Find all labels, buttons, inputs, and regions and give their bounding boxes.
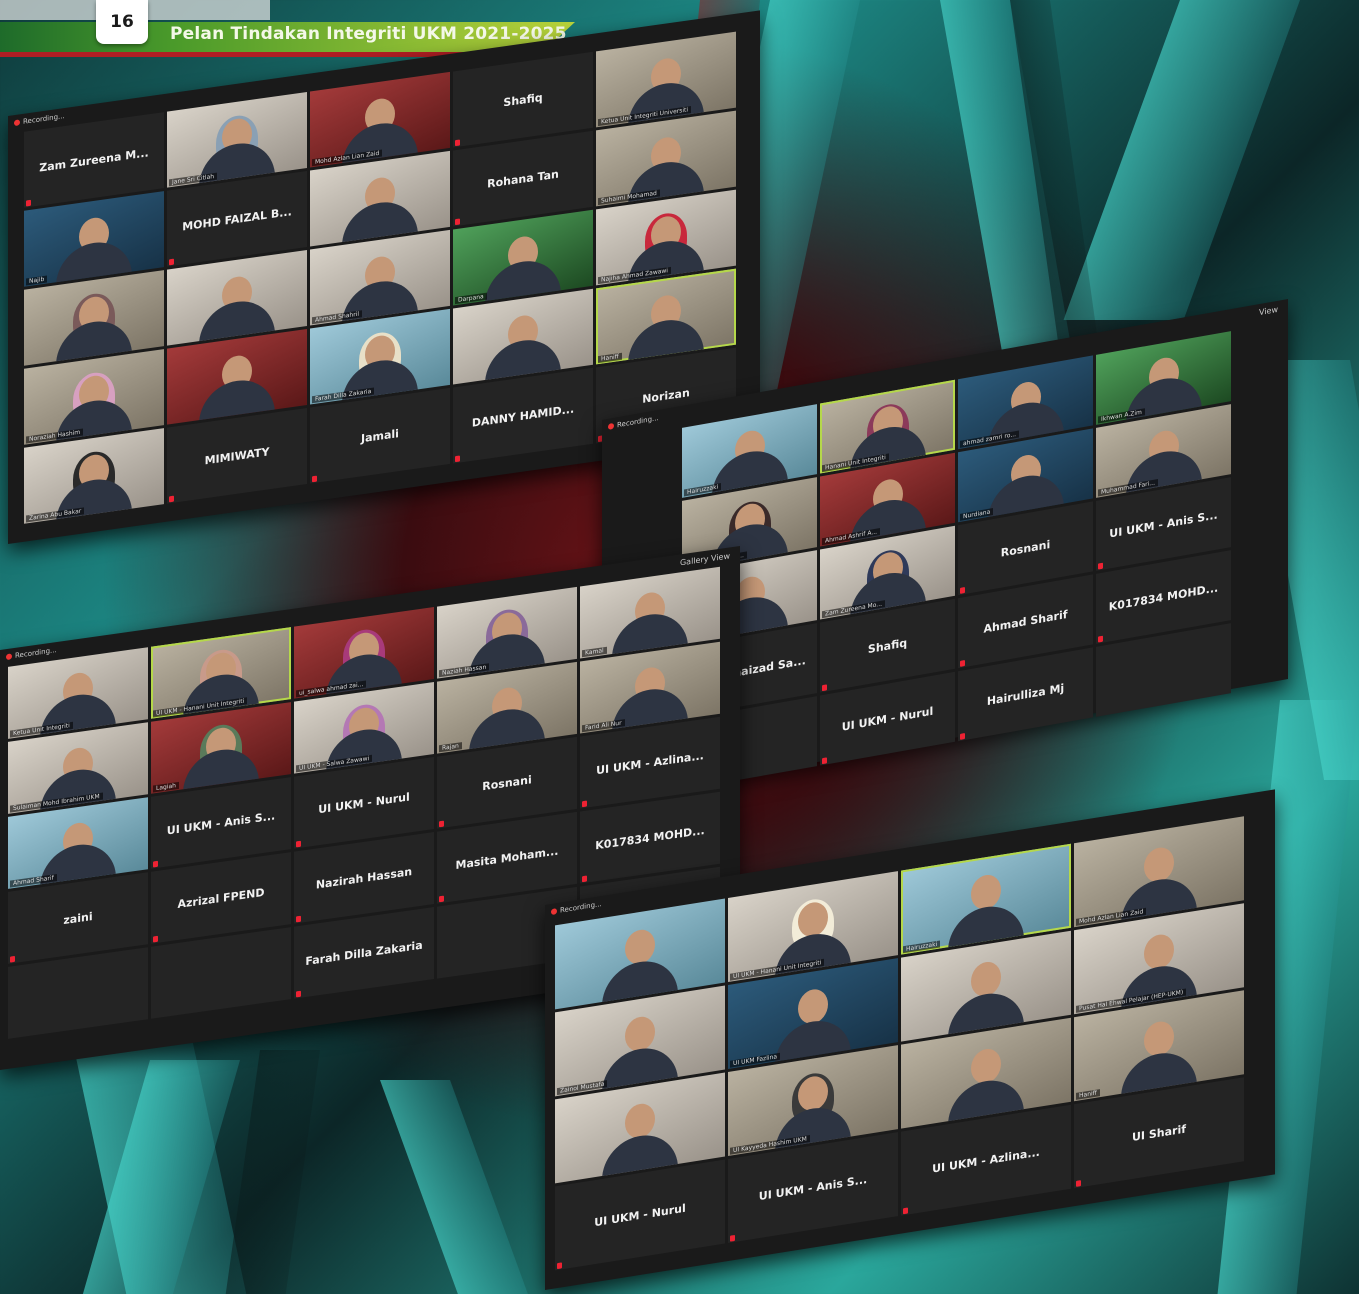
muted-mic-icon	[439, 820, 444, 828]
participant-label: Zarina Abu Bakar	[26, 507, 85, 523]
muted-mic-icon	[1098, 635, 1103, 643]
participant-name: UI UKM - Azlina...	[932, 1145, 1040, 1176]
participant-name: DANNY HAMID...	[471, 401, 575, 430]
muted-mic-icon	[455, 139, 460, 147]
muted-mic-icon	[1076, 1180, 1081, 1187]
participant-label: Najib	[26, 275, 48, 286]
muted-mic-icon	[960, 732, 965, 740]
participant-label: Lagiah	[153, 781, 179, 793]
participant-label: Haniff	[598, 352, 622, 364]
muted-mic-icon	[822, 684, 827, 692]
participant-name: MIMIWATY	[204, 444, 270, 467]
participant-name: UI Sharif	[1131, 1121, 1186, 1144]
participant-video-tile[interactable]: Zarina Abu Bakar	[24, 428, 164, 524]
video-grid: Hairuzzaki Hanani Unit Integriti ahmad zam…	[682, 331, 1231, 790]
muted-mic-icon	[10, 955, 15, 963]
participant-name	[217, 972, 225, 973]
participant-name: zaini	[63, 909, 93, 927]
muted-mic-icon	[1098, 562, 1103, 570]
participant-name: Shafiq	[867, 635, 908, 656]
participant-name: UI UKM - Anis S...	[1109, 507, 1218, 541]
participant-name: UI UKM - Nurul	[594, 1201, 686, 1229]
participant-label: Kamal	[582, 646, 607, 658]
view-button[interactable]: View	[1259, 305, 1278, 317]
muted-mic-icon	[960, 586, 965, 594]
recording-dot-icon	[6, 653, 12, 661]
muted-mic-icon	[312, 475, 317, 483]
participant-name: Rosnani	[482, 772, 532, 793]
document-title: Pelan Tindakan Integriti UKM 2021-2025	[170, 24, 567, 44]
muted-mic-icon	[296, 990, 301, 998]
page-number: 16	[96, 0, 148, 44]
participant-name: MOHD FAIZAL B...	[182, 204, 292, 234]
recording-indicator: Recording...	[551, 900, 602, 916]
gallery-view-button[interactable]: Gallery View	[680, 551, 730, 567]
muted-mic-icon	[582, 800, 587, 808]
participant-name: Azrizal FPEND	[177, 885, 265, 911]
participant-name: UI UKM - Anis S...	[166, 808, 276, 838]
recording-dot-icon	[14, 119, 20, 127]
participant-name-tile[interactable]: DANNY HAMID...	[453, 367, 593, 464]
participant-name: UI UKM - Nurul	[841, 704, 934, 734]
recording-indicator: Recording...	[6, 646, 57, 661]
muted-mic-icon	[169, 258, 174, 266]
participant-name: Masita Moham...	[455, 844, 559, 872]
participant-name: Zam Zureena M...	[39, 145, 149, 175]
participant-name	[503, 932, 511, 933]
participant-name-tile[interactable]: Jamali	[310, 387, 450, 484]
participant-name	[74, 992, 82, 993]
muted-mic-icon	[557, 1262, 562, 1270]
participant-name: Jamali	[361, 426, 399, 445]
participant-name: Rohana Tan	[487, 167, 559, 191]
muted-mic-icon	[153, 860, 158, 868]
participant-name-tile[interactable]	[8, 947, 148, 1039]
participant-name: K017834 MOHD...	[595, 823, 705, 852]
recording-dot-icon	[551, 908, 557, 916]
muted-mic-icon	[439, 895, 444, 903]
participant-name: Norizan	[642, 385, 690, 406]
muted-mic-icon	[582, 875, 587, 883]
participant-name: Hairulliza Mj	[986, 681, 1065, 708]
participant-name: Ahmad Sharif	[983, 607, 1068, 636]
participant-name: Shafiq	[503, 90, 543, 109]
muted-mic-icon	[822, 757, 827, 765]
participant-name: UI UKM - Azlina...	[596, 748, 704, 777]
recording-indicator: Recording...	[14, 112, 65, 127]
participant-name: UI UKM - Nurul	[318, 789, 410, 816]
muted-mic-icon	[960, 659, 965, 667]
recording-label: Recording...	[617, 414, 659, 430]
participant-name: Rosnani	[1000, 537, 1051, 560]
participant-label: Rajan	[439, 742, 462, 753]
muted-mic-icon	[169, 495, 174, 503]
participant-name-tile[interactable]	[151, 927, 291, 1019]
participant-label: Haniff	[1076, 1089, 1100, 1100]
muted-mic-icon	[26, 199, 31, 207]
participant-name	[746, 742, 754, 743]
participant-name: Nazirah Hassan	[315, 864, 413, 892]
participant-name: Farah Dilla Zakaria	[305, 938, 423, 968]
participant-name-tile[interactable]: Farah Dilla Zakaria	[294, 907, 434, 999]
participant-name	[1160, 669, 1168, 670]
participant-label: Darpana	[455, 292, 487, 305]
muted-mic-icon	[455, 455, 460, 463]
muted-mic-icon	[730, 1234, 735, 1242]
participant-name: K017834 MOHD...	[1108, 580, 1219, 614]
recording-dot-icon	[608, 422, 614, 430]
recording-label: Recording...	[560, 900, 602, 915]
muted-mic-icon	[153, 935, 158, 943]
muted-mic-icon	[455, 218, 460, 226]
muted-mic-icon	[296, 915, 301, 923]
participant-name: UI UKM - Anis S...	[758, 1172, 868, 1203]
participant-name-tile[interactable]: MIMIWATY	[167, 407, 307, 504]
muted-mic-icon	[296, 840, 301, 848]
recording-label: Recording...	[23, 112, 65, 126]
recording-indicator: Recording...	[608, 414, 659, 431]
recording-label: Recording...	[15, 646, 57, 660]
muted-mic-icon	[903, 1207, 908, 1215]
